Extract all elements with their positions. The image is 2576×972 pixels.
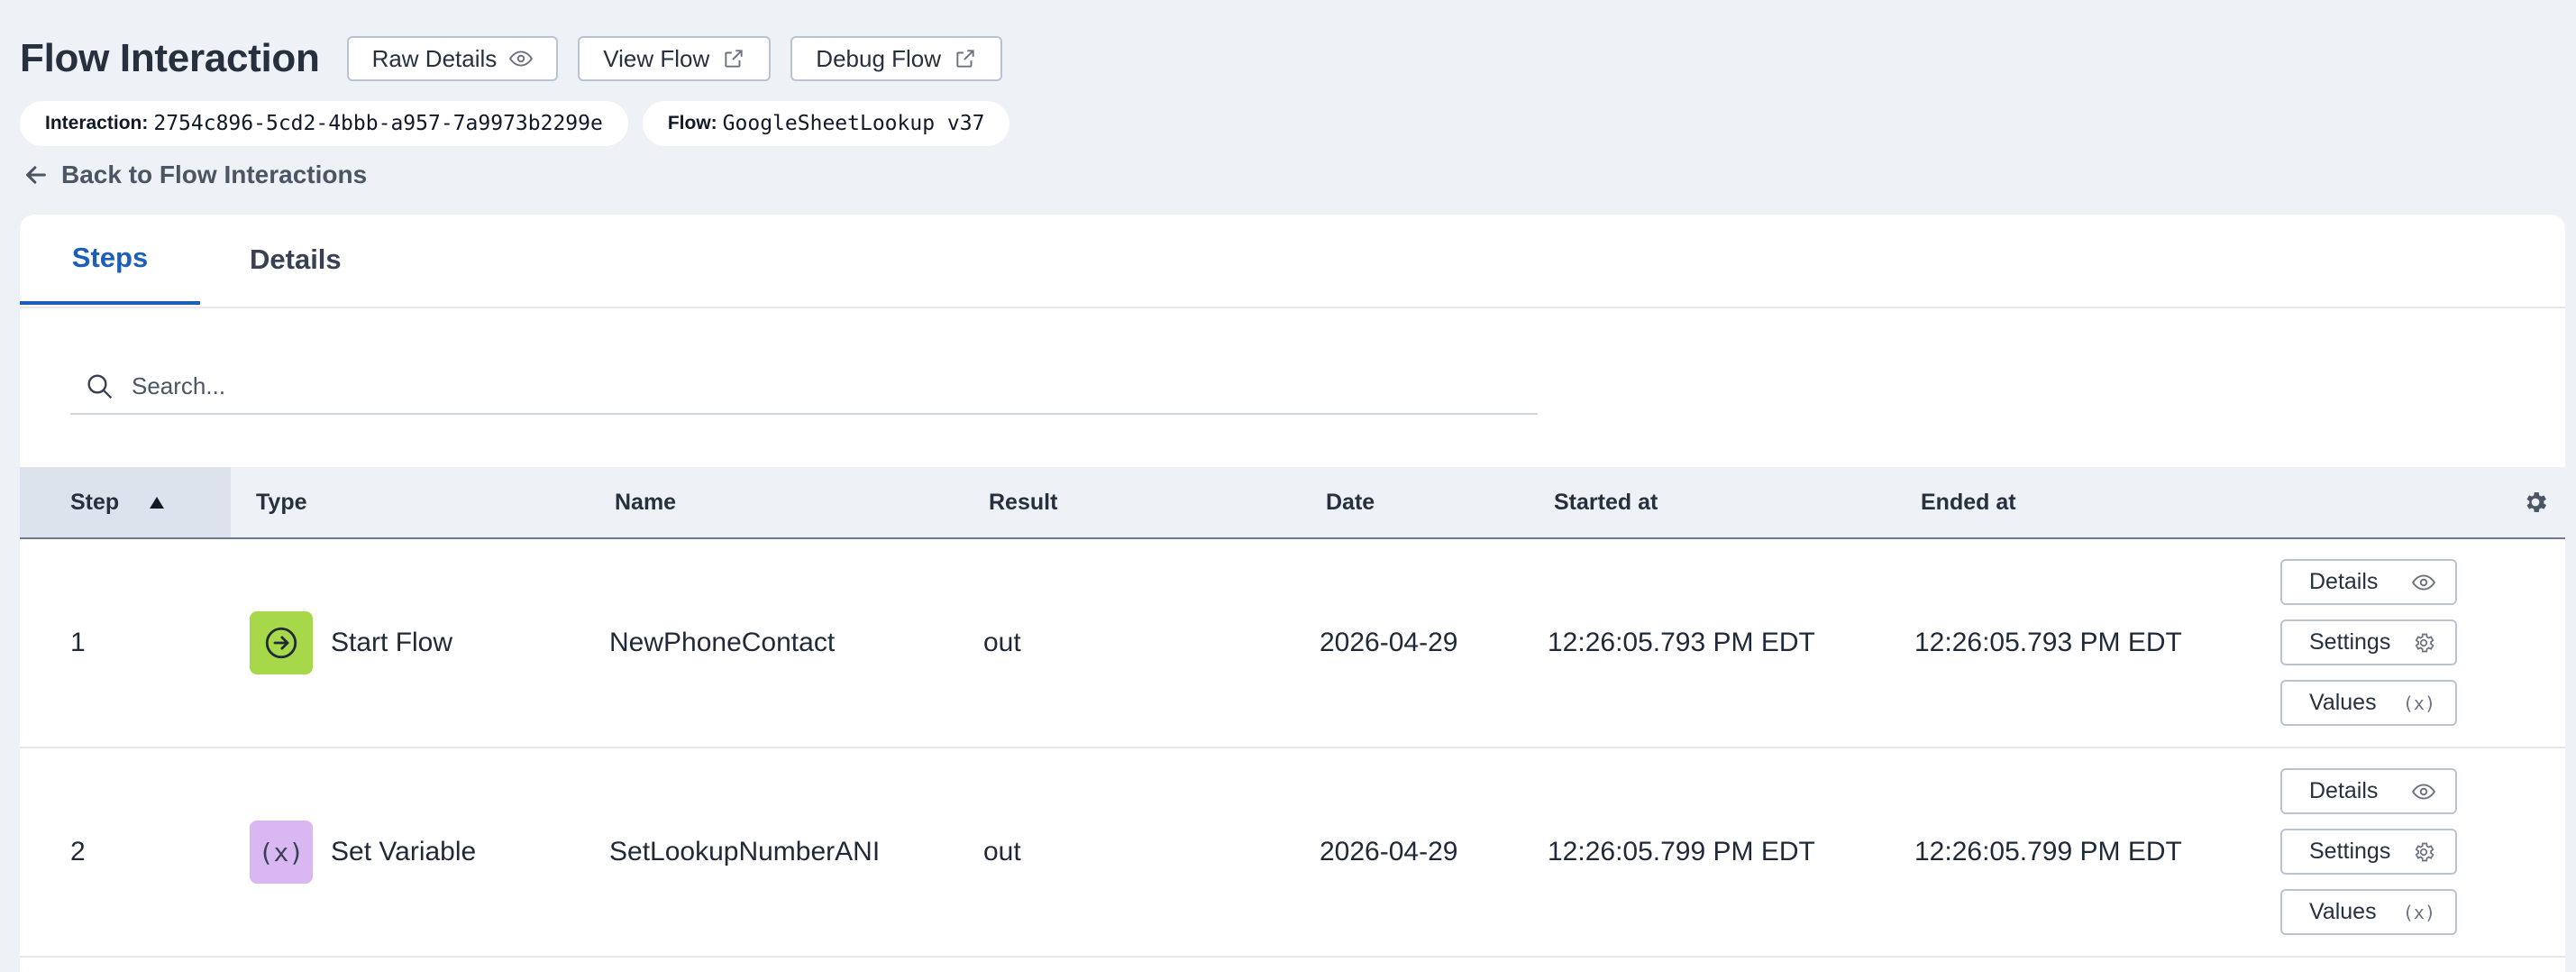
- external-link-icon: [956, 50, 974, 68]
- type-cell: (x) Set Variable: [250, 748, 476, 956]
- table-header: Step Type Name Result Date Started at En…: [20, 467, 2565, 539]
- search-icon: [87, 374, 113, 399]
- settings-label: Settings: [2309, 839, 2391, 864]
- page-title: Flow Interaction: [20, 36, 320, 80]
- view-flow-button[interactable]: View Flow: [578, 36, 772, 81]
- tab-details[interactable]: Details: [250, 215, 342, 305]
- interaction-id-chip: Interaction: 2754c896-5cd2-4bbb-a957-7a9…: [20, 101, 628, 146]
- variable-icon: (x): [2402, 692, 2435, 714]
- ended-cell: 12:26:05.799 PM EDT: [1914, 837, 2182, 867]
- type-label: Set Variable: [331, 837, 477, 867]
- column-header-started[interactable]: Started at: [1554, 467, 1658, 537]
- row-actions: Details Settings Values (x): [2280, 768, 2457, 935]
- name-cell: SetLookupNumberANI: [609, 837, 881, 867]
- back-link-label: Back to Flow Interactions: [61, 160, 368, 188]
- gear-icon: [2415, 633, 2434, 652]
- eye-icon: [2412, 783, 2435, 800]
- values-label: Values: [2309, 899, 2377, 924]
- values-button[interactable]: Values (x): [2280, 680, 2457, 726]
- result-cell: out: [983, 628, 1021, 657]
- gear-icon[interactable]: [2522, 489, 2549, 516]
- type-cell: Start Flow: [250, 539, 452, 747]
- flow-name: GoogleSheetLookup v37: [722, 112, 985, 135]
- settings-button[interactable]: Settings: [2280, 619, 2457, 665]
- table-row[interactable]: 2 (x) Set Variable SetLookupNumberANI ou…: [20, 748, 2565, 958]
- step-cell: 1: [70, 628, 86, 657]
- values-label: Values: [2309, 690, 2377, 715]
- variable-icon: (x): [250, 821, 313, 884]
- column-header-step[interactable]: Step: [20, 467, 231, 537]
- details-label: Details: [2309, 778, 2379, 803]
- details-button[interactable]: Details: [2280, 768, 2457, 814]
- eye-icon: [509, 50, 534, 67]
- name-cell: NewPhoneContact: [609, 628, 836, 657]
- result-cell: out: [983, 837, 1021, 867]
- eye-icon: [2412, 573, 2435, 591]
- tab-steps[interactable]: Steps: [20, 215, 200, 305]
- column-header-ended[interactable]: Ended at: [1921, 467, 2016, 537]
- values-button[interactable]: Values (x): [2280, 889, 2457, 935]
- settings-label: Settings: [2309, 629, 2391, 655]
- column-header-date[interactable]: Date: [1326, 467, 1375, 537]
- column-header-result[interactable]: Result: [989, 467, 1057, 537]
- external-link-icon: [725, 50, 743, 68]
- interaction-id: 2754c896-5cd2-4bbb-a957-7a9973b2299e: [153, 112, 603, 135]
- settings-button[interactable]: Settings: [2280, 829, 2457, 875]
- view-flow-label: View Flow: [603, 44, 710, 72]
- step-cell: 2: [70, 837, 86, 867]
- ended-cell: 12:26:05.793 PM EDT: [1914, 628, 2182, 657]
- sort-ascending-icon: [150, 496, 165, 509]
- started-cell: 12:26:05.793 PM EDT: [1548, 628, 1815, 657]
- arrow-left-icon: [26, 166, 46, 184]
- debug-flow-label: Debug Flow: [816, 44, 942, 72]
- debug-flow-button[interactable]: Debug Flow: [790, 36, 1003, 81]
- gear-icon: [2415, 842, 2434, 861]
- page-header: Flow Interaction Raw Details View Flow D…: [20, 36, 1022, 81]
- raw-details-label: Raw Details: [371, 44, 498, 72]
- search-bar: [70, 359, 1538, 415]
- start-flow-icon: [250, 611, 313, 674]
- search-input[interactable]: [130, 371, 1485, 401]
- tab-bar: Steps Details: [20, 215, 2565, 308]
- interaction-chips: Interaction: 2754c896-5cd2-4bbb-a957-7a9…: [20, 101, 1010, 146]
- raw-details-button[interactable]: Raw Details: [346, 36, 559, 81]
- steps-card: Steps Details Step Type Name Result Date…: [20, 215, 2565, 972]
- back-link[interactable]: Back to Flow Interactions: [23, 160, 367, 189]
- details-button[interactable]: Details: [2280, 559, 2457, 605]
- date-cell: 2026-04-29: [1320, 837, 1458, 867]
- type-label: Start Flow: [331, 628, 453, 657]
- row-actions: Details Settings Values (x): [2280, 559, 2457, 726]
- date-cell: 2026-04-29: [1320, 628, 1458, 657]
- flow-label: Flow:: [667, 113, 717, 133]
- details-label: Details: [2309, 569, 2379, 594]
- table-row[interactable]: 1 Start Flow NewPhoneContact out 2026-04…: [20, 539, 2565, 748]
- column-header-step-label: Step: [70, 489, 120, 515]
- started-cell: 12:26:05.799 PM EDT: [1548, 837, 1815, 867]
- flow-chip: Flow: GoogleSheetLookup v37: [642, 101, 1010, 146]
- variable-icon: (x): [2402, 901, 2435, 923]
- column-header-type[interactable]: Type: [256, 467, 307, 537]
- interaction-label: Interaction:: [45, 113, 149, 133]
- column-header-name[interactable]: Name: [615, 467, 676, 537]
